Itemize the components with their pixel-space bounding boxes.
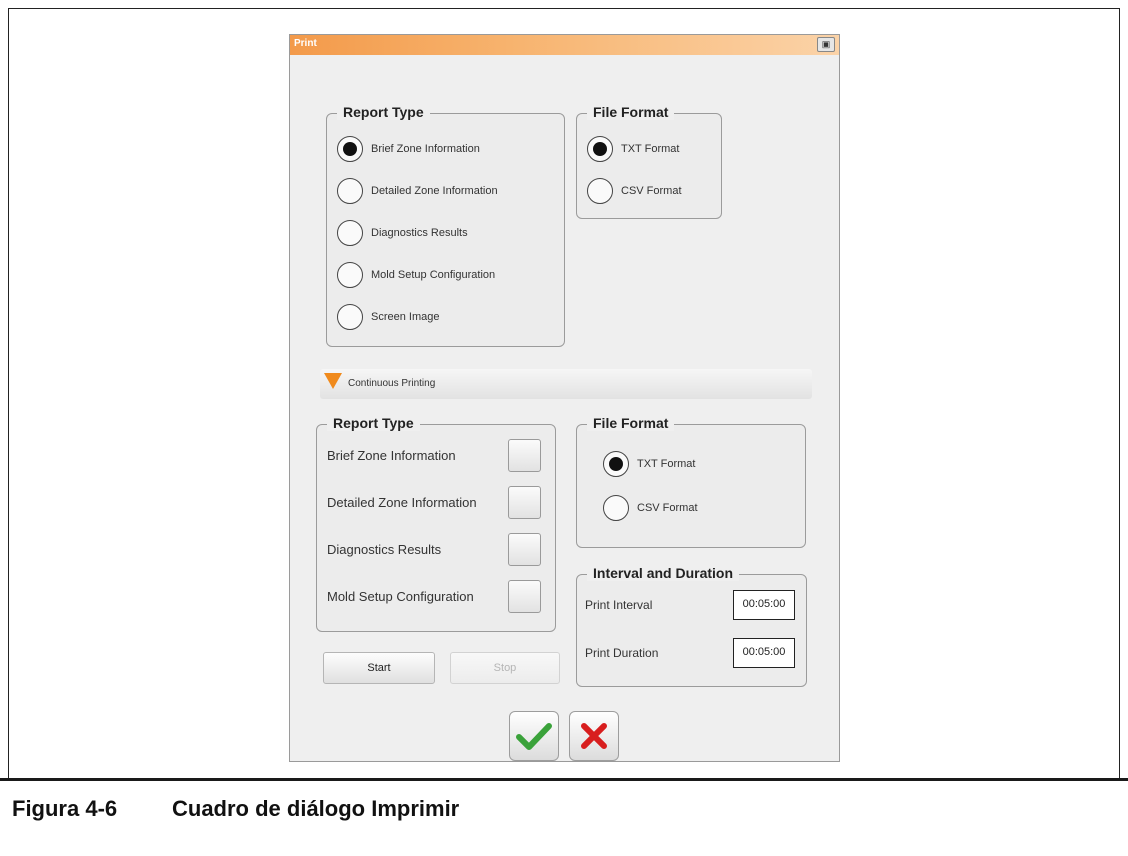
print-interval-field[interactable]: 00:05:00	[733, 590, 795, 620]
radio-button[interactable]	[337, 136, 363, 162]
radio-button[interactable]	[603, 495, 629, 521]
dialog-titlebar: Print ▣	[290, 35, 839, 55]
print-duration-label: Print Duration	[585, 646, 659, 660]
radio-button[interactable]	[337, 220, 363, 246]
radio-label: Detailed Zone Information	[371, 185, 498, 197]
radio-label: TXT Format	[621, 143, 680, 155]
print-duration-row: Print Duration 00:05:00	[585, 637, 795, 669]
checkbox-label: Diagnostics Results	[327, 541, 442, 557]
dialog-title: Print	[294, 38, 317, 49]
checkbox[interactable]	[508, 485, 541, 519]
checkbox-label: Detailed Zone Information	[327, 494, 477, 510]
continuous-file-format-legend: File Format	[587, 415, 675, 431]
radio-csv-format[interactable]: CSV Format	[587, 178, 682, 204]
expand-triangle-icon	[324, 373, 342, 389]
radio-label: TXT Format	[637, 458, 696, 470]
stop-button[interactable]: Stop	[450, 652, 560, 684]
checkbox-row-mold-setup[interactable]: Mold Setup Configuration	[327, 578, 541, 614]
radio-diagnostics[interactable]: Diagnostics Results	[337, 220, 468, 246]
checkbox-row-brief-zone[interactable]: Brief Zone Information	[327, 437, 541, 473]
radio-label: Screen Image	[371, 311, 440, 323]
checkbox-row-detailed-zone[interactable]: Detailed Zone Information	[327, 484, 541, 520]
radio-label: Brief Zone Information	[371, 143, 480, 155]
radio-brief-zone[interactable]: Brief Zone Information	[337, 136, 480, 162]
close-icon	[581, 723, 607, 749]
report-type-group: Report Type Brief Zone Information Detai…	[326, 104, 565, 347]
radio-button[interactable]	[337, 262, 363, 288]
checkbox-label: Mold Setup Configuration	[327, 588, 474, 604]
interval-duration-legend: Interval and Duration	[587, 565, 740, 581]
radio-label: CSV Format	[621, 185, 682, 197]
checkbox-label: Brief Zone Information	[327, 447, 456, 463]
figure-number: Figura 4-6	[12, 796, 118, 821]
print-interval-label: Print Interval	[585, 598, 653, 612]
file-format-group: File Format TXT Format CSV Format	[576, 104, 722, 219]
continuous-printing-toggle[interactable]: Continuous Printing	[320, 369, 812, 399]
window-restore-icon[interactable]: ▣	[817, 37, 835, 52]
ok-button[interactable]	[509, 711, 559, 761]
figure-divider	[0, 778, 1128, 781]
radio-cont-txt-format[interactable]: TXT Format	[603, 451, 695, 477]
print-dialog: Print ▣ Report Type Brief Zone Informati…	[289, 34, 840, 762]
radio-label: Mold Setup Configuration	[371, 269, 496, 281]
radio-button[interactable]	[587, 136, 613, 162]
radio-button[interactable]	[587, 178, 613, 204]
checkbox[interactable]	[508, 532, 541, 566]
radio-button[interactable]	[337, 304, 363, 330]
figure-caption: Figura 4-6 Cuadro de diálogo Imprimir	[12, 796, 459, 822]
report-type-legend: Report Type	[337, 104, 430, 120]
figure-caption-text: Cuadro de diálogo Imprimir	[172, 796, 460, 821]
checkbox[interactable]	[508, 579, 541, 613]
print-duration-field[interactable]: 00:05:00	[733, 638, 795, 668]
continuous-file-format-group: File Format TXT Format CSV Format	[576, 415, 806, 548]
continuous-report-type-group: Report Type Brief Zone Information Detai…	[316, 415, 556, 632]
interval-duration-group: Interval and Duration Print Interval 00:…	[576, 565, 807, 687]
radio-screen-image[interactable]: Screen Image	[337, 304, 439, 330]
checkbox[interactable]	[508, 438, 541, 472]
checkmark-icon	[516, 723, 552, 750]
radio-label: CSV Format	[637, 502, 698, 514]
print-interval-row: Print Interval 00:05:00	[585, 589, 795, 621]
radio-label: Diagnostics Results	[371, 227, 468, 239]
start-button[interactable]: Start	[323, 652, 435, 684]
radio-detailed-zone[interactable]: Detailed Zone Information	[337, 178, 498, 204]
file-format-legend: File Format	[587, 104, 675, 120]
radio-txt-format[interactable]: TXT Format	[587, 136, 679, 162]
cancel-button[interactable]	[569, 711, 619, 761]
continuous-printing-label: Continuous Printing	[348, 378, 436, 389]
radio-mold-setup[interactable]: Mold Setup Configuration	[337, 262, 495, 288]
continuous-report-type-legend: Report Type	[327, 415, 420, 431]
radio-button[interactable]	[603, 451, 629, 477]
radio-cont-csv-format[interactable]: CSV Format	[603, 495, 698, 521]
checkbox-row-diagnostics[interactable]: Diagnostics Results	[327, 531, 541, 567]
radio-button[interactable]	[337, 178, 363, 204]
